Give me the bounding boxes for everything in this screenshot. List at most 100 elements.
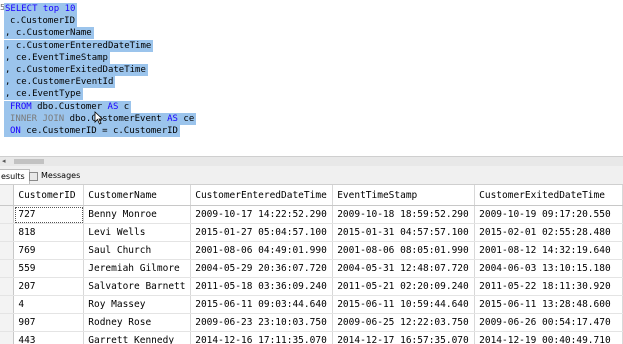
column-header[interactable]: EventTimeStamp (332, 185, 476, 206)
grid-cell[interactable]: 2015-01-31 04:57:57.100 (332, 223, 476, 242)
grid-header-row: CustomerID CustomerName CustomerEnteredDat… (0, 185, 623, 206)
grid-cell[interactable]: 2014-12-16 17:11:35.070 (190, 331, 334, 344)
grid-cell[interactable]: 2015-06-11 09:03:44.640 (190, 295, 334, 314)
grid-cell[interactable]: 818 (13, 223, 85, 242)
code-token: INNER JOIN (10, 113, 65, 124)
grid-cell[interactable]: 2015-06-11 10:59:44.640 (332, 295, 476, 314)
grid-cell[interactable]: Rodney Rose (83, 313, 192, 332)
query-editor[interactable]: 5 SELECT top 10 c.CustomerID, c.CustomerN… (0, 0, 623, 158)
table-row[interactable]: 4 Roy Massey 2015-06-11 09:03:44.640 2015-0… (0, 295, 623, 314)
grid-cell[interactable]: 907 (13, 313, 85, 332)
grid-cell[interactable]: Saul Church (83, 241, 192, 260)
code-token: c (118, 101, 130, 112)
scroll-left-arrow-icon[interactable]: ◂ (2, 157, 6, 165)
grid-cell[interactable]: 2014-12-19 00:40:49.710 (474, 331, 623, 344)
grid-cell[interactable]: 2011-05-18 03:36:09.240 (190, 277, 334, 296)
grid-cell[interactable]: 2001-08-06 04:49:01.990 (190, 241, 334, 260)
grid-cell[interactable]: Jeremiah Gilmore (83, 259, 192, 278)
grid-cell[interactable]: 559 (13, 259, 85, 278)
code-token: ON (10, 126, 21, 136)
grid-cell[interactable]: 2009-10-17 14:22:52.290 (190, 205, 334, 224)
row-number-cell[interactable] (0, 259, 15, 278)
editor-horizontal-scrollbar[interactable]: ◂ (0, 156, 623, 166)
code-token: ce (177, 113, 195, 124)
code-token: , ce.CustomerEventId (5, 77, 114, 88)
code-line[interactable]: c.CustomerID (4, 15, 78, 28)
table-row[interactable]: 207 Salvatore Barnett 2011-05-18 03:36:09.… (0, 277, 623, 296)
code-token: , c.CustomerExitedDateTime (5, 65, 146, 75)
grid-cell[interactable]: 727 (13, 205, 85, 224)
grid-cell[interactable]: 2014-12-17 16:57:35.070 (332, 331, 476, 344)
grid-cell[interactable]: 2015-01-27 05:04:57.100 (190, 223, 334, 242)
grid-cell[interactable]: 4 (13, 295, 85, 314)
column-header[interactable]: CustomerID (13, 185, 85, 206)
row-number-cell[interactable] (0, 277, 15, 296)
grid-cell[interactable]: Garrett Kennedy (83, 331, 192, 344)
grid-cell[interactable]: 2015-02-01 02:55:28.480 (474, 223, 623, 242)
code-line[interactable]: , ce.EventTimeStamp (4, 51, 110, 64)
code-token: SELECT top 10 (5, 4, 76, 14)
grid-cell[interactable]: 2009-10-19 09:17:20.550 (474, 205, 623, 224)
code-line[interactable]: FROM dbo.Customer AS c (4, 100, 132, 113)
code-line[interactable]: , ce.EventType (4, 88, 83, 101)
column-header[interactable]: CustomerEnteredDateTime (190, 185, 334, 206)
grid-cell[interactable]: 443 (13, 331, 85, 344)
code-line[interactable]: , ce.CustomerEventId (4, 76, 116, 89)
table-row[interactable]: 769 Saul Church 2001-08-06 04:49:01.990 200… (0, 241, 623, 260)
grid-cell[interactable]: Benny Monroe (83, 205, 192, 224)
grid-cell[interactable]: 2009-06-23 23:10:03.750 (190, 313, 334, 332)
grid-cell[interactable]: 2004-05-29 20:36:07.720 (190, 259, 334, 278)
row-number-cell[interactable] (0, 205, 15, 224)
row-number-cell[interactable] (0, 223, 15, 242)
table-row[interactable]: 443 Garrett Kennedy 2014-12-16 17:11:35.07… (0, 331, 623, 344)
grid-cell[interactable]: 2015-06-11 13:28:48.600 (474, 295, 623, 314)
grid-cell[interactable]: 2001-08-06 08:05:01.990 (332, 241, 476, 260)
scrollbar-thumb[interactable] (14, 159, 44, 164)
row-number-cell[interactable] (0, 331, 15, 344)
code-token: , c.CustomerEnteredDateTime (5, 40, 152, 51)
tab-messages[interactable]: Messages (26, 169, 83, 183)
grid-cell[interactable]: 2011-05-21 02:20:09.240 (332, 277, 476, 296)
grid-cell[interactable]: 769 (13, 241, 85, 260)
table-row[interactable]: 818 Levi Wells 2015-01-27 05:04:57.100 2015… (0, 223, 623, 242)
code-token: AS (107, 101, 119, 112)
code-token: AS (167, 113, 178, 124)
table-row[interactable]: 727 Benny Monroe 2009-10-17 14:22:52.290 20… (0, 205, 623, 224)
code-token: ce.CustomerID = c.CustomerID (20, 126, 178, 136)
code-token: FROM (10, 101, 32, 112)
grid-cell[interactable]: 2009-06-25 12:22:03.750 (332, 313, 476, 332)
column-header[interactable]: CustomerName (83, 185, 192, 206)
code-token: , ce.EventTimeStamp (5, 52, 108, 63)
grid-cell[interactable]: 2001-08-12 14:32:19.640 (474, 241, 623, 260)
code-line[interactable]: , c.CustomerExitedDateTime (4, 64, 148, 76)
grid-cell[interactable]: Roy Massey (83, 295, 192, 314)
code-line[interactable]: , c.CustomerEnteredDateTime (4, 39, 154, 52)
grid-cell[interactable]: 2009-10-18 18:59:52.290 (332, 205, 476, 224)
code-token: , ce.EventType (5, 89, 81, 100)
grid-cell[interactable]: Levi Wells (83, 223, 192, 242)
row-number-cell[interactable] (0, 295, 15, 314)
code-line[interactable]: SELECT top 10 (4, 3, 78, 15)
results-tab-bar: esults Messages (0, 166, 623, 185)
grid-cell[interactable]: Salvatore Barnett (83, 277, 192, 296)
column-header[interactable]: CustomerExitedDateTime (474, 185, 623, 206)
grid-cell[interactable]: 207 (13, 277, 85, 296)
row-number-cell[interactable] (0, 241, 15, 260)
tab-results-label: esults (1, 172, 25, 181)
messages-icon (29, 171, 38, 181)
mouse-cursor-icon (94, 111, 104, 125)
code-line[interactable]: ON ce.CustomerID = c.CustomerID (4, 125, 180, 137)
code-line[interactable]: , c.CustomerName (4, 27, 94, 40)
grid-cell[interactable]: 2004-05-31 12:48:07.720 (332, 259, 476, 278)
table-row[interactable]: 559 Jeremiah Gilmore 2004-05-29 20:36:07.7… (0, 259, 623, 278)
table-row[interactable]: 907 Rodney Rose 2009-06-23 23:10:03.750 200… (0, 313, 623, 332)
results-grid[interactable]: CustomerID CustomerName CustomerEnteredDat… (0, 185, 623, 344)
grid-cell[interactable]: 2011-05-22 18:11:30.920 (474, 277, 623, 296)
row-number-cell[interactable] (0, 313, 15, 332)
code-token: , c.CustomerName (5, 28, 92, 39)
row-header-corner[interactable] (0, 185, 15, 206)
grid-cell[interactable]: 2004-06-03 13:10:15.180 (474, 259, 623, 278)
grid-cell[interactable]: 2009-06-26 00:54:17.470 (474, 313, 623, 332)
code-token: dbo.CustomerEvent (64, 113, 168, 124)
tab-messages-label: Messages (41, 171, 81, 180)
